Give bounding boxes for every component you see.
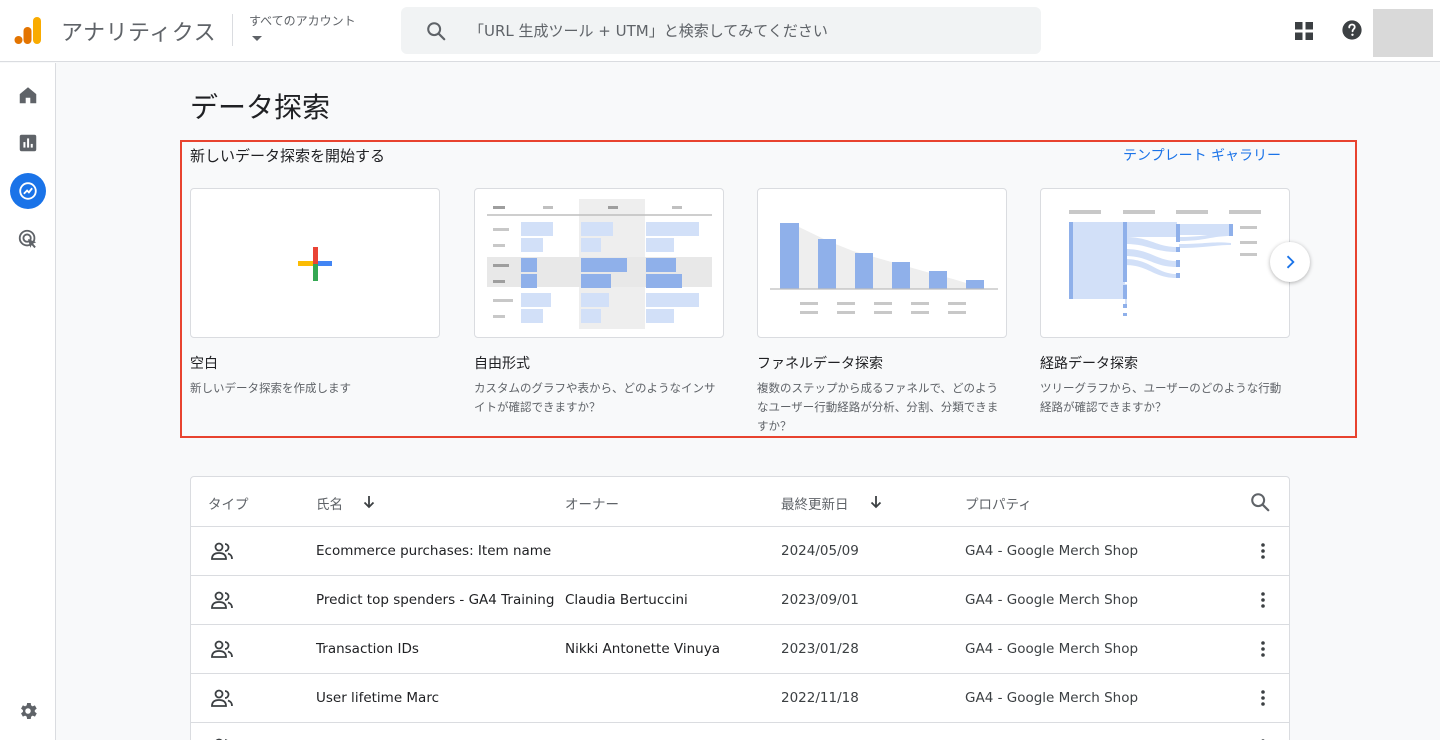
gear-icon bbox=[21, 703, 37, 719]
row-property: GA4 - Google Merch Shop bbox=[965, 592, 1139, 608]
search-input[interactable] bbox=[469, 7, 1029, 54]
search-icon bbox=[427, 22, 446, 41]
nav-admin[interactable] bbox=[10, 693, 46, 729]
plus-icon bbox=[298, 247, 332, 281]
card-description: 新しいデータ探索を作成します bbox=[190, 381, 351, 395]
home-icon bbox=[19, 87, 37, 104]
chevron-right-icon bbox=[1286, 255, 1295, 269]
column-header-owner[interactable]: オーナー bbox=[565, 493, 619, 513]
card-description: カスタムのグラフや表から、どのようなインサイトが確認できますか？ bbox=[474, 381, 716, 414]
row-updated: 2022/11/18 bbox=[781, 690, 859, 706]
avatar[interactable] bbox=[1373, 9, 1433, 57]
arrow-down-icon[interactable] bbox=[361, 494, 377, 510]
nav-explore[interactable] bbox=[10, 173, 46, 209]
card-title: 自由形式 bbox=[474, 356, 530, 372]
help-icon[interactable] bbox=[1341, 19, 1363, 41]
people-icon bbox=[211, 591, 233, 609]
card-funnel[interactable]: ファネルデータ探索 複数のステップから成るファネルで、どのようなユーザー行動経路… bbox=[757, 188, 1007, 436]
funnel-illustration bbox=[770, 223, 998, 314]
analytics-logo[interactable] bbox=[14, 15, 42, 45]
search-icon[interactable] bbox=[1249, 491, 1271, 513]
template-gallery-link[interactable]: テンプレート ギャラリー bbox=[1123, 145, 1281, 165]
column-header-type[interactable]: タイプ bbox=[208, 493, 249, 513]
row-name[interactable]: User lifetime Marc bbox=[316, 690, 439, 706]
section-title: 新しいデータ探索を開始する bbox=[190, 147, 386, 165]
card-title: 経路データ探索 bbox=[1040, 356, 1138, 372]
row-updated: 2024/05/09 bbox=[781, 543, 859, 559]
more-vert-icon[interactable] bbox=[1253, 590, 1273, 610]
column-header-name[interactable]: 氏名 bbox=[316, 493, 343, 513]
card-title: 空白 bbox=[190, 356, 218, 372]
people-icon bbox=[211, 689, 233, 707]
card-title: ファネルデータ探索 bbox=[757, 356, 883, 372]
nav-advertising[interactable] bbox=[10, 221, 46, 257]
carousel-next-button[interactable] bbox=[1270, 242, 1310, 282]
account-selector-label[interactable]: すべてのアカウント bbox=[249, 12, 356, 29]
table-header: タイプ 氏名 オーナー 最終更新日 プロパティ bbox=[191, 477, 1289, 527]
sidebar bbox=[0, 63, 56, 740]
people-icon bbox=[211, 640, 233, 658]
app-title: アナリティクス bbox=[61, 21, 217, 46]
nav-reports[interactable] bbox=[10, 125, 46, 161]
row-updated: 2023/09/01 bbox=[781, 592, 859, 608]
card-thumbnail[interactable] bbox=[757, 188, 1007, 338]
explore-icon bbox=[19, 182, 37, 200]
row-property: GA4 - Google Merch Shop bbox=[965, 641, 1139, 657]
card-thumbnail[interactable] bbox=[474, 188, 724, 338]
card-thumbnail[interactable] bbox=[190, 188, 440, 338]
card-thumbnail[interactable] bbox=[1040, 188, 1290, 338]
table-row[interactable]: User lifetime Marc 2022/11/18 GA4 - Goog… bbox=[191, 674, 1289, 723]
row-owner: Nikki Antonette Vinuya bbox=[565, 641, 720, 657]
more-vert-icon[interactable] bbox=[1253, 541, 1273, 561]
table-row[interactable]: Transaction IDs Nikki Antonette Vinuya 2… bbox=[191, 625, 1289, 674]
card-free-form[interactable]: 自由形式 カスタムのグラフや表から、どのようなインサイトが確認できますか？ bbox=[474, 188, 724, 417]
advertising-icon bbox=[18, 229, 37, 249]
row-updated: 2023/01/28 bbox=[781, 641, 859, 657]
search-bar[interactable] bbox=[401, 7, 1041, 54]
column-header-property[interactable]: プロパティ bbox=[965, 493, 1032, 513]
card-description: ツリーグラフから、ユーザーのどのような行動経路が確認できますか？ bbox=[1040, 381, 1282, 414]
row-name[interactable]: Transaction IDs bbox=[316, 641, 419, 657]
row-owner: Claudia Bertuccini bbox=[565, 592, 688, 608]
card-blank[interactable]: 空白 新しいデータ探索を作成します bbox=[190, 188, 440, 398]
table-row[interactable] bbox=[191, 723, 1289, 740]
table-row[interactable]: Ecommerce purchases: Item name 2024/05/0… bbox=[191, 527, 1289, 576]
path-illustration bbox=[1069, 210, 1261, 316]
row-property: GA4 - Google Merch Shop bbox=[965, 543, 1139, 559]
page-title: データ探索 bbox=[190, 91, 331, 124]
people-icon bbox=[211, 542, 233, 560]
more-vert-icon[interactable] bbox=[1253, 639, 1273, 659]
reports-icon bbox=[19, 134, 37, 152]
card-description: 複数のステップから成るファネルで、どのようなユーザー行動経路が分析、分割、分類で… bbox=[757, 381, 999, 433]
row-property: GA4 - Google Merch Shop bbox=[965, 690, 1139, 706]
row-name[interactable]: Predict top spenders - GA4 Training bbox=[316, 592, 554, 608]
card-path[interactable]: 経路データ探索 ツリーグラフから、ユーザーのどのような行動経路が確認できますか？ bbox=[1040, 188, 1290, 417]
more-vert-icon[interactable] bbox=[1253, 688, 1273, 708]
table-row[interactable]: Predict top spenders - GA4 Training Clau… bbox=[191, 576, 1289, 625]
column-header-updated[interactable]: 最終更新日 bbox=[781, 493, 849, 513]
free-form-illustration bbox=[487, 199, 712, 329]
header-divider bbox=[232, 14, 233, 46]
top-bar: アナリティクス すべてのアカウント bbox=[0, 0, 1440, 62]
chevron-down-icon[interactable] bbox=[252, 36, 262, 41]
apps-icon[interactable] bbox=[1293, 20, 1315, 42]
arrow-down-icon[interactable] bbox=[868, 494, 884, 510]
explorations-table: タイプ 氏名 オーナー 最終更新日 プロパティ Ecommerce purcha… bbox=[190, 476, 1290, 740]
row-name[interactable]: Ecommerce purchases: Item name bbox=[316, 543, 551, 559]
nav-home[interactable] bbox=[10, 77, 46, 113]
